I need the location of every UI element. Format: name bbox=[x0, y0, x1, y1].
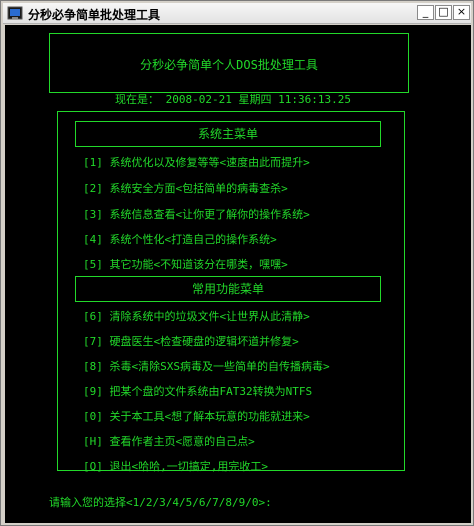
menu-item-q: [Q] 退出<哈哈,一切搞定,用完收工> bbox=[83, 460, 268, 473]
menu-item-7: [7] 硬盘医生<检查硬盘的逻辑坏道并修复> bbox=[83, 335, 299, 348]
header-box: 分秒必争简单个人DOS批处理工具 bbox=[49, 33, 409, 93]
menu-item-9: [9] 把某个盘的文件系统由FAT32转换为NTFS bbox=[83, 385, 313, 398]
common-menu-title: 常用功能菜单 bbox=[75, 276, 381, 302]
menu-item-h: [H] 查看作者主页<愿意的自己点> bbox=[83, 435, 255, 448]
maximize-button[interactable]: □ bbox=[435, 5, 452, 20]
minimize-button[interactable]: _ bbox=[417, 5, 434, 20]
menu-item-1: [1] 系统优化以及修复等等<速度由此而提升> bbox=[83, 156, 310, 169]
menu-item-4: [4] 系统个性化<打造自己的操作系统> bbox=[83, 233, 277, 246]
main-menu-title: 系统主菜单 bbox=[75, 121, 381, 147]
header-title: 分秒必争简单个人DOS批处理工具 bbox=[140, 58, 318, 72]
menu-item-5: [5] 其它功能<不知道该分在哪类，嘿嘿> bbox=[83, 258, 288, 271]
menu-item-3: [3] 系统信息查看<让你更了解你的操作系统> bbox=[83, 208, 310, 221]
window-title: 分秒必争简单批处理工具 bbox=[28, 8, 161, 22]
input-prompt[interactable]: 请输入您的选择<1/2/3/4/5/6/7/8/9/0>: bbox=[49, 494, 272, 510]
menu-item-8: [8] 杀毒<清除SXS病毒及一些简单的自传播病毒> bbox=[83, 360, 330, 373]
menu-item-2: [2] 系统安全方面<包括简单的病毒查杀> bbox=[83, 182, 288, 195]
title-bar[interactable]: 分秒必争简单批处理工具 _ □ × bbox=[3, 3, 471, 24]
datetime-line: 现在是： 2008-02-21 星期四 11:36:13.25 bbox=[115, 93, 351, 106]
app-icon bbox=[7, 6, 23, 20]
menu-item-0: [0] 关于本工具<想了解本玩意的功能就进来> bbox=[83, 410, 310, 423]
close-button[interactable]: × bbox=[453, 5, 470, 20]
menu-item-6: [6] 清除系统中的垃圾文件<让世界从此清静> bbox=[83, 310, 310, 323]
console-area[interactable]: 分秒必争简单个人DOS批处理工具 现在是： 2008-02-21 星期四 11:… bbox=[5, 25, 471, 523]
console-window: 分秒必争简单批处理工具 _ □ × 分秒必争简单个人DOS批处理工具 现在是： … bbox=[0, 0, 474, 526]
